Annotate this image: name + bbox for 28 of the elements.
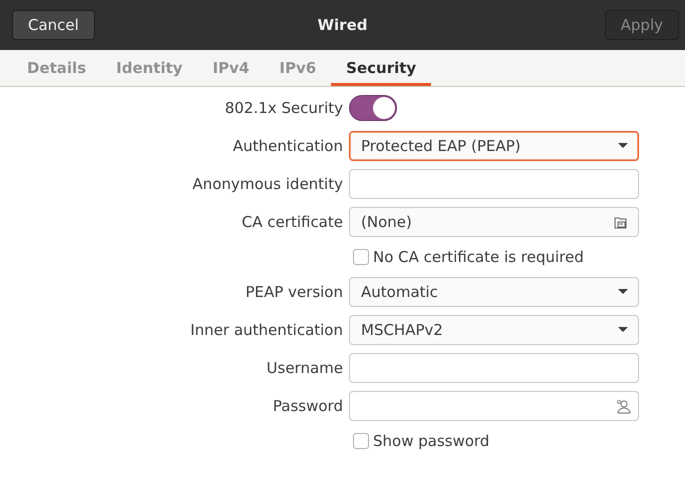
dropdown-arrow-icon [618,289,628,295]
input-field[interactable] [349,353,639,383]
field-label: Authentication [232,137,343,155]
field-label: Inner authentication [190,321,343,339]
folder-icon [614,216,628,228]
tab[interactable]: Security [331,50,432,86]
toggle-switch[interactable] [349,95,397,121]
password-field[interactable] [349,391,639,421]
dropdown[interactable]: MSCHAPv2 [349,315,639,345]
dropdown[interactable]: Protected EAP (PEAP) [349,131,639,161]
user-icon [615,398,631,414]
file-chooser[interactable]: (None) [349,207,639,237]
input-field[interactable] [349,169,639,199]
dropdown-arrow-icon [618,143,628,149]
cancel-button[interactable]: Cancel [12,10,95,40]
dropdown-arrow-icon [618,327,628,333]
checkbox[interactable] [353,249,369,265]
field-label: Anonymous identity [192,175,343,193]
checkbox[interactable] [353,433,369,449]
checkbox-label[interactable]: No CA certificate is required [373,248,584,266]
field-label: Username [266,359,343,377]
field-label: 802.1x Security [224,99,343,117]
dropdown[interactable]: Automatic [349,277,639,307]
field-label: CA certificate [242,213,343,231]
checkbox-label[interactable]: Show password [373,432,490,450]
field-label: Password [272,397,343,415]
field-label: PEAP version [245,283,343,301]
window-title: Wired [318,16,368,34]
